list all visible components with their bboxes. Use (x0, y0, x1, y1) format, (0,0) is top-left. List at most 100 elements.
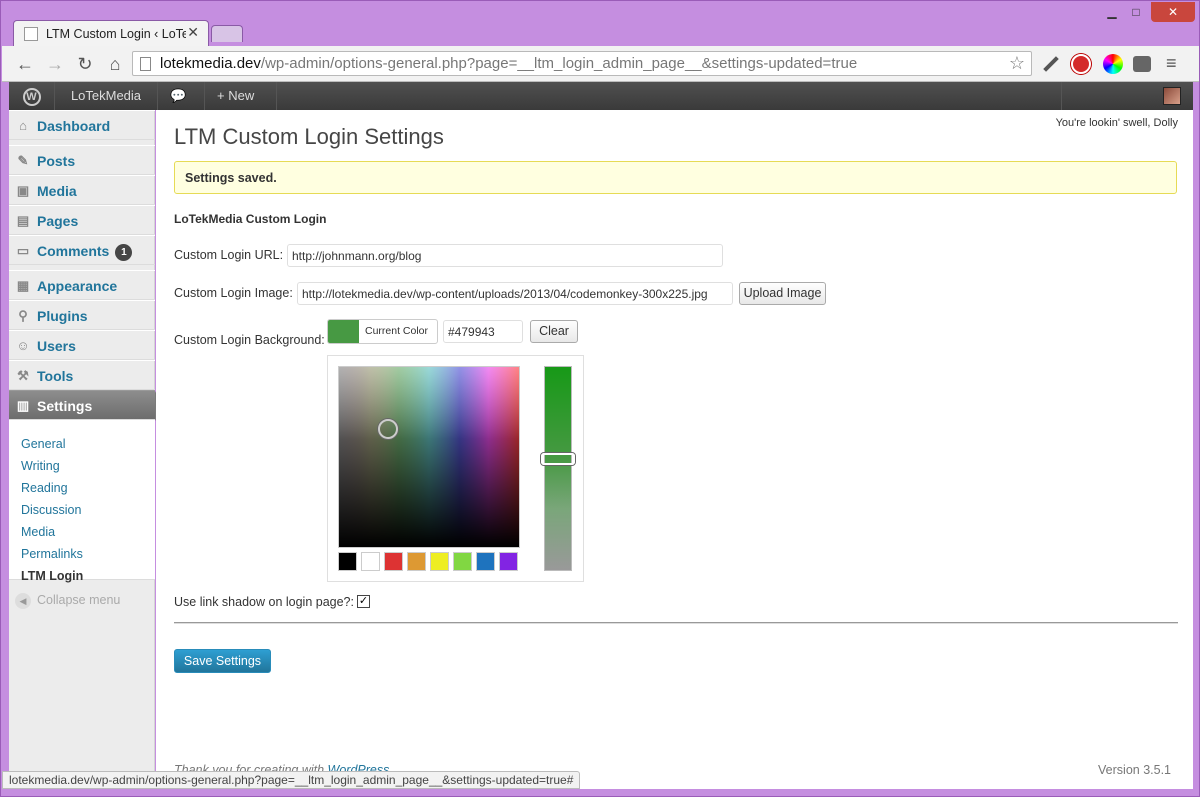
browser-toolbar: ← → ↻ ⌂ lotekmedia.dev/wp-admin/options-… (2, 46, 1199, 82)
browser-window: LTM Custom Login ‹ LoTe ✕ ▁ □ ✕ ← → ↻ ⌂ … (0, 0, 1200, 797)
new-content-link[interactable]: + New (205, 82, 277, 110)
sidebar-item-users[interactable]: ☺ Users (9, 330, 155, 360)
color-chip (328, 320, 359, 343)
color-strip-slider[interactable] (544, 366, 572, 571)
palette-swatch-green[interactable] (453, 552, 472, 571)
pocket-extension-icon[interactable] (1133, 56, 1151, 72)
adblock-extension-icon[interactable] (1071, 54, 1091, 74)
sidebar-item-posts[interactable]: ✎ Posts (9, 145, 155, 175)
link-shadow-checkbox[interactable]: ✓ (357, 595, 370, 608)
palette-swatch-orange[interactable] (407, 552, 426, 571)
collapse-menu-button[interactable]: ◀ Collapse menu (15, 593, 120, 609)
sidebar-item-settings[interactable]: ▥ Settings (9, 390, 155, 420)
back-arrow-icon[interactable]: ← (14, 53, 36, 75)
sidebar-item-label: Users (37, 338, 76, 354)
submenu-item-media[interactable]: Media (21, 525, 55, 539)
color-wheel-extension-icon[interactable] (1103, 54, 1123, 74)
palette-swatch-white[interactable] (361, 552, 380, 571)
sidebar-item-label: Tools (37, 368, 74, 384)
tab-title: LTM Custom Login ‹ LoTe (46, 27, 186, 41)
tools-icon: ⚒ (17, 368, 29, 383)
sidebar-item-label: Dashboard (37, 118, 111, 134)
login-background-label: Custom Login Background: (174, 333, 325, 347)
status-bar-url: lotekmedia.dev/wp-admin/options-general.… (2, 771, 581, 789)
wp-admin-bar: W LoTekMedia 💬 1 + New (9, 82, 1193, 131)
browser-menu-icon[interactable]: ≡ (1166, 53, 1177, 74)
pin-icon: ✎ (17, 153, 29, 168)
sidebar-item-tools[interactable]: ⚒ Tools (9, 360, 155, 390)
close-window-button[interactable]: ✕ (1151, 2, 1195, 22)
palette-swatch-red[interactable] (384, 552, 403, 571)
sidebar-item-label: Settings (37, 398, 93, 414)
submenu-item-writing[interactable]: Writing (21, 459, 60, 473)
footer-version: Version 3.5.1 (1098, 763, 1171, 777)
upload-image-button[interactable]: Upload Image (739, 282, 826, 305)
reload-icon[interactable]: ↻ (74, 53, 96, 75)
admin-sidebar: ⌂ Dashboard ✎ Posts ▣ Media ▤ Pages ▭ Comment… (9, 110, 163, 789)
page-favicon-icon (24, 27, 38, 41)
collapse-arrow-icon: ◀ (15, 593, 31, 609)
current-color-button[interactable]: Current Color (327, 319, 438, 344)
login-image-input[interactable] (297, 282, 733, 305)
submenu-item-reading[interactable]: Reading (21, 481, 68, 495)
submenu-item-general[interactable]: General (21, 437, 65, 451)
save-settings-button[interactable]: Save Settings (174, 649, 271, 673)
palette-swatch-yellow[interactable] (430, 552, 449, 571)
color-picker-handle[interactable] (378, 419, 398, 439)
home-icon[interactable]: ⌂ (104, 53, 126, 75)
site-name-link[interactable]: LoTekMedia (55, 82, 158, 110)
sidebar-item-dashboard[interactable]: ⌂ Dashboard (9, 110, 155, 140)
url-path: /wp-admin/options-general.php?page=__ltm… (260, 55, 858, 72)
login-image-label: Custom Login Image: (174, 286, 293, 300)
comments-icon: ▭ (16, 243, 30, 258)
tab-active[interactable]: LTM Custom Login ‹ LoTe ✕ (13, 20, 209, 47)
url-host: lotekmedia.dev (160, 55, 261, 72)
sidebar-item-plugins[interactable]: ⚲ Plugins (9, 300, 155, 330)
collapse-label: Collapse menu (37, 593, 121, 607)
palette-swatch-blue[interactable] (476, 552, 495, 571)
forward-arrow-icon[interactable]: → (44, 53, 66, 75)
maximize-button[interactable]: □ (1125, 5, 1147, 23)
palette-swatch-black[interactable] (338, 552, 357, 571)
color-picker (327, 355, 584, 582)
bookmark-star-icon[interactable]: ☆ (1009, 53, 1025, 74)
slider-handle[interactable] (541, 453, 575, 465)
sidebar-item-label: Plugins (37, 308, 88, 324)
sidebar-item-media[interactable]: ▣ Media (9, 175, 155, 205)
appearance-icon: ▦ (16, 278, 30, 293)
sidebar-item-label: Pages (37, 213, 79, 229)
palette-swatch-purple[interactable] (499, 552, 518, 571)
submenu-item-discussion[interactable]: Discussion (21, 503, 81, 517)
link-shadow-label: Use link shadow on login page?: (174, 595, 354, 609)
settings-saved-notice: Settings saved. (174, 161, 1177, 194)
new-tab-button[interactable] (211, 25, 243, 42)
sidebar-item-pages[interactable]: ▤ Pages (9, 205, 155, 235)
submenu-item-permalinks[interactable]: Permalinks (21, 547, 83, 561)
plugins-icon: ⚲ (18, 308, 28, 323)
clear-color-button[interactable]: Clear (530, 320, 578, 343)
wordpress-logo-icon[interactable]: W (9, 82, 55, 110)
login-url-input[interactable] (287, 244, 723, 267)
color-hex-input[interactable] (443, 320, 523, 343)
submenu-item-ltm-login[interactable]: LTM Login (21, 569, 83, 583)
minimize-button[interactable]: ▁ (1101, 5, 1123, 23)
page-title: LTM Custom Login Settings (174, 124, 444, 149)
address-bar[interactable]: lotekmedia.dev/wp-admin/options-general.… (132, 51, 1032, 76)
eyedropper-extension-icon[interactable] (1040, 54, 1060, 74)
tab-close-icon[interactable]: ✕ (187, 24, 199, 41)
comments-link[interactable]: 💬 1 (158, 82, 205, 131)
divider (174, 622, 1178, 624)
comment-bubble-icon: 💬 (170, 88, 187, 103)
current-color-label: Current Color (365, 325, 429, 337)
users-icon: ☺ (16, 338, 30, 353)
sidebar-item-comments[interactable]: ▭ Comments 1 (9, 235, 155, 265)
sidebar-item-label: Comments (37, 243, 110, 259)
hello-dolly-text: You're lookin' swell, Dolly (1055, 117, 1178, 129)
sidebar-item-appearance[interactable]: ▦ Appearance (9, 270, 155, 300)
new-label: New (228, 88, 255, 103)
settings-icon: ▥ (16, 398, 30, 413)
login-url-label: Custom Login URL: (174, 248, 284, 262)
color-saturation-square[interactable] (338, 366, 520, 548)
settings-submenu: General Writing Reading Discussion Media… (9, 420, 155, 583)
account-menu[interactable] (1061, 82, 1193, 110)
